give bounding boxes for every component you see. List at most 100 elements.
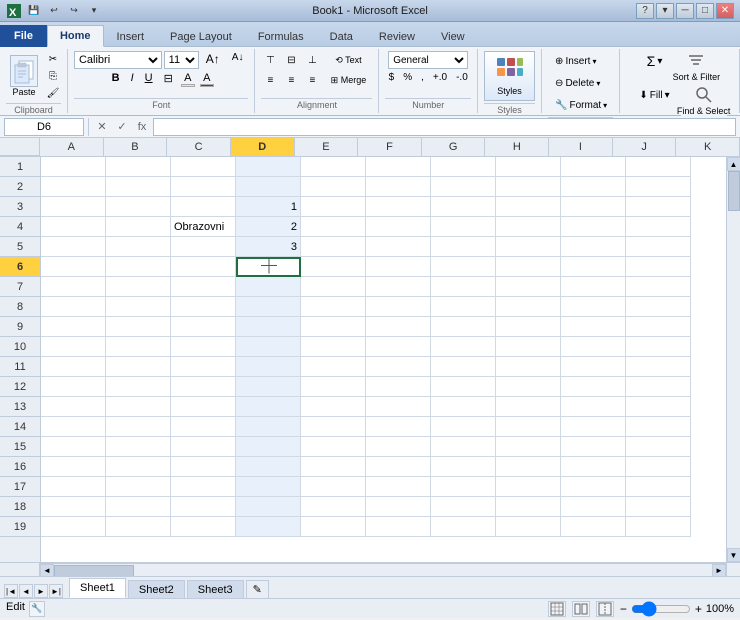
align-left-btn[interactable]: ≡: [260, 71, 280, 89]
minimize-btn[interactable]: ─: [676, 3, 694, 19]
col-header-b[interactable]: B: [104, 138, 168, 156]
cell-g4[interactable]: [431, 217, 496, 237]
cell-i19[interactable]: [561, 517, 626, 537]
cell-b1[interactable]: [106, 157, 171, 177]
row-header-6[interactable]: 6: [0, 257, 40, 277]
cell-h1[interactable]: [496, 157, 561, 177]
cell-c16[interactable]: [171, 457, 236, 477]
tab-home[interactable]: Home: [47, 25, 104, 47]
cell-j5[interactable]: [626, 237, 691, 257]
cell-d8[interactable]: [236, 297, 301, 317]
cell-c10[interactable]: [171, 337, 236, 357]
cell-j19[interactable]: [626, 517, 691, 537]
row-header-4[interactable]: 4: [0, 217, 40, 237]
col-header-a[interactable]: A: [40, 138, 104, 156]
cell-c9[interactable]: [171, 317, 236, 337]
cell-i1[interactable]: [561, 157, 626, 177]
zoom-slider[interactable]: [631, 605, 691, 613]
new-sheet-btn[interactable]: ✎: [246, 580, 269, 598]
cell-e19[interactable]: [301, 517, 366, 537]
cell-d19[interactable]: [236, 517, 301, 537]
cell-d13[interactable]: [236, 397, 301, 417]
cell-c18[interactable]: [171, 497, 236, 517]
cell-h16[interactable]: [496, 457, 561, 477]
cell-h17[interactable]: [496, 477, 561, 497]
cell-b17[interactable]: [106, 477, 171, 497]
cell-c15[interactable]: [171, 437, 236, 457]
cell-g12[interactable]: [431, 377, 496, 397]
cell-a5[interactable]: [41, 237, 106, 257]
cell-e2[interactable]: [301, 177, 366, 197]
cell-j7[interactable]: [626, 277, 691, 297]
italic-btn[interactable]: I: [126, 71, 139, 89]
delete-cells-btn[interactable]: ⊖ Delete ▾: [548, 73, 613, 93]
cell-f8[interactable]: [366, 297, 431, 317]
cell-g18[interactable]: [431, 497, 496, 517]
fill-color-btn[interactable]: A: [179, 71, 197, 89]
styles-btn[interactable]: Styles: [484, 51, 535, 101]
cell-e15[interactable]: [301, 437, 366, 457]
function-btn[interactable]: fx: [133, 118, 151, 136]
cell-d3[interactable]: 1: [236, 197, 301, 217]
cell-h9[interactable]: [496, 317, 561, 337]
cell-a14[interactable]: [41, 417, 106, 437]
decrease-decimal-btn[interactable]: -.0: [452, 71, 472, 89]
tab-formulas[interactable]: Formulas: [245, 25, 317, 47]
cell-i17[interactable]: [561, 477, 626, 497]
cell-g17[interactable]: [431, 477, 496, 497]
font-name-select[interactable]: Calibri: [74, 51, 162, 69]
cell-d1[interactable]: [236, 157, 301, 177]
more-quick-btn[interactable]: ▾: [86, 3, 102, 19]
tab-data[interactable]: Data: [317, 25, 366, 47]
cell-d6-selected[interactable]: [236, 257, 301, 277]
cell-b12[interactable]: [106, 377, 171, 397]
align-bottom-btn[interactable]: ⊥: [302, 51, 322, 69]
cell-i2[interactable]: [561, 177, 626, 197]
cell-h6[interactable]: [496, 257, 561, 277]
cell-j9[interactable]: [626, 317, 691, 337]
scroll-v-thumb[interactable]: [728, 171, 740, 211]
cell-a7[interactable]: [41, 277, 106, 297]
cell-b16[interactable]: [106, 457, 171, 477]
col-header-j[interactable]: J: [613, 138, 677, 156]
cell-f13[interactable]: [366, 397, 431, 417]
cell-a6[interactable]: [41, 257, 106, 277]
cell-h2[interactable]: [496, 177, 561, 197]
cell-d10[interactable]: [236, 337, 301, 357]
cell-i5[interactable]: [561, 237, 626, 257]
cell-e9[interactable]: [301, 317, 366, 337]
cell-d4[interactable]: 2: [236, 217, 301, 237]
close-btn[interactable]: ✕: [716, 3, 734, 19]
cell-b15[interactable]: [106, 437, 171, 457]
cell-e1[interactable]: [301, 157, 366, 177]
tab-review[interactable]: Review: [366, 25, 428, 47]
formula-input[interactable]: [153, 118, 736, 136]
increase-font-btn[interactable]: A↑: [201, 51, 225, 69]
cell-j15[interactable]: [626, 437, 691, 457]
cell-e5[interactable]: [301, 237, 366, 257]
cell-d15[interactable]: [236, 437, 301, 457]
cell-h8[interactable]: [496, 297, 561, 317]
cell-g14[interactable]: [431, 417, 496, 437]
cell-j8[interactable]: [626, 297, 691, 317]
cut-btn[interactable]: ✂: [44, 51, 62, 67]
cell-f11[interactable]: [366, 357, 431, 377]
cell-a2[interactable]: [41, 177, 106, 197]
cell-d18[interactable]: [236, 497, 301, 517]
cell-h7[interactable]: [496, 277, 561, 297]
tab-insert[interactable]: Insert: [104, 25, 158, 47]
normal-view-btn[interactable]: [548, 601, 566, 617]
cell-a1[interactable]: [41, 157, 106, 177]
cell-d14[interactable]: [236, 417, 301, 437]
scroll-up-btn[interactable]: ▲: [727, 157, 740, 171]
cell-j12[interactable]: [626, 377, 691, 397]
cell-j6[interactable]: [626, 257, 691, 277]
row-header-16[interactable]: 16: [0, 457, 40, 477]
sheet-nav-first[interactable]: |◄: [4, 584, 18, 598]
cell-c17[interactable]: [171, 477, 236, 497]
cell-a19[interactable]: [41, 517, 106, 537]
cell-d9[interactable]: [236, 317, 301, 337]
cell-j2[interactable]: [626, 177, 691, 197]
col-header-h[interactable]: H: [485, 138, 549, 156]
cell-c8[interactable]: [171, 297, 236, 317]
